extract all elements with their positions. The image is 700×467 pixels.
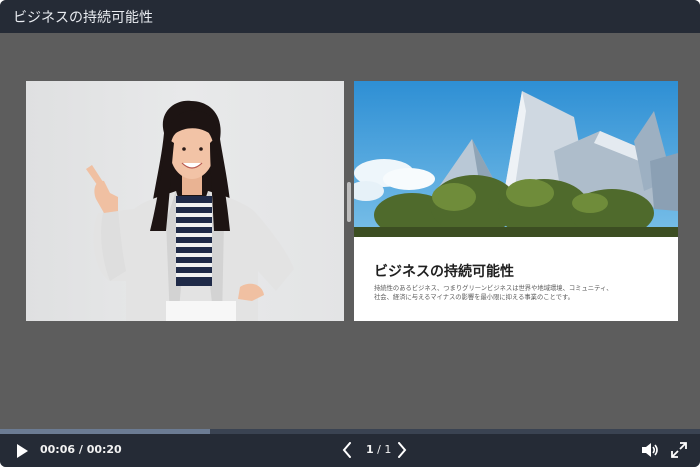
- chevron-left-icon: [342, 442, 351, 458]
- slide-card: ビジネスの持続可能性 持続性のあるビジネス、つまりグリーンビジネスは世界や地域環…: [354, 81, 678, 321]
- modern-building-photo: [354, 81, 678, 237]
- card-title: ビジネスの持続可能性: [374, 264, 514, 280]
- building-illustration: [354, 81, 678, 237]
- businesswoman-pointing-photo: [26, 81, 344, 321]
- page-indicator: 1 / 1: [366, 443, 391, 456]
- fullscreen-icon: [671, 442, 687, 458]
- card-body: ビジネスの持続可能性 持続性のあるビジネス、つまりグリーンビジネスは世界や地域環…: [354, 237, 678, 321]
- time-display: 00:06 / 00:20: [40, 443, 122, 456]
- page-total: 1: [384, 443, 392, 456]
- title-bar: ビジネスの持続可能性: [0, 0, 700, 33]
- page-current: 1: [366, 443, 374, 456]
- page-separator: /: [373, 443, 385, 456]
- player-window: ビジネスの持続可能性 ビジネスの持続可能性 持続性のあるビジネス、つまりグリーン…: [0, 0, 700, 467]
- previous-slide-button[interactable]: [339, 441, 355, 459]
- play-button[interactable]: [13, 442, 31, 460]
- window-title: ビジネスの持続可能性: [13, 9, 153, 26]
- fullscreen-button[interactable]: [671, 441, 687, 459]
- player-controls: 00:06 / 00:20 1 / 1: [0, 434, 700, 467]
- chevron-right-icon: [398, 442, 407, 458]
- play-icon: [17, 444, 28, 458]
- volume-button[interactable]: [641, 441, 659, 459]
- next-slide-button[interactable]: [394, 441, 410, 459]
- split-divider-handle[interactable]: [347, 182, 351, 222]
- card-description: 持続性のあるビジネス、つまりグリーンビジネスは世界や地域環境、コミュニティ、社会…: [374, 285, 613, 301]
- volume-icon: [642, 443, 658, 457]
- businesswoman-illustration: [86, 100, 294, 321]
